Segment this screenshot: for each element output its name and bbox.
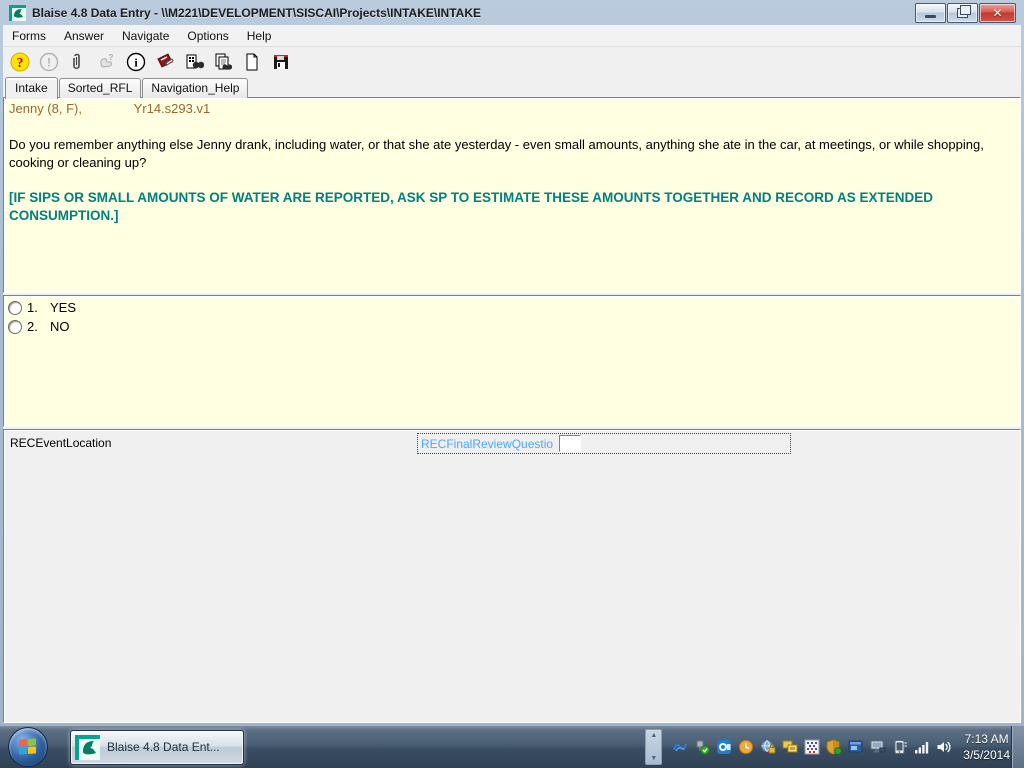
svg-text:?: ? — [108, 53, 113, 62]
menu-navigate[interactable]: Navigate — [113, 26, 178, 46]
survey-version-label: Yr14.s293.v1 — [133, 101, 211, 116]
radio-button-yes[interactable] — [8, 300, 22, 315]
sync-clock-icon[interactable] — [738, 739, 755, 756]
mobile-device-icon[interactable] — [892, 739, 909, 756]
app-window: Blaise 4.8 Data Entry - \\M221\DEVELOPME… — [0, 0, 1024, 726]
system-tray: ▲ ▼ 7:13 AM 3/5/2014 — [645, 726, 1010, 768]
dual-display-icon[interactable] — [782, 739, 799, 756]
tab-strip: Intake Sorted_RFL Navigation_Help — [3, 76, 1021, 99]
windows-logo-icon — [19, 738, 37, 755]
menu-forms[interactable]: Forms — [3, 26, 55, 46]
help-icon[interactable]: ? — [9, 51, 30, 72]
outlook-icon[interactable] — [716, 739, 733, 756]
network-activity-icon[interactable] — [672, 739, 689, 756]
svg-text:?: ? — [16, 56, 23, 71]
taskbar: Blaise 4.8 Data Ent... ▲ ▼ 7:13 AM 3/5/2… — [0, 726, 1024, 768]
menu-answer[interactable]: Answer — [55, 26, 113, 46]
interviewer-instruction: [IF SIPS OR SMALL AMOUNTS OF WATER ARE R… — [9, 190, 934, 223]
search-form-icon[interactable] — [183, 51, 204, 72]
answer-option-no[interactable]: 2. NO — [8, 319, 1016, 334]
tray-scroll-down-icon[interactable]: ▼ — [650, 755, 657, 762]
menu-bar: Forms Answer Navigate Options Help — [3, 25, 1021, 47]
clock-time: 7:13 AM — [964, 731, 1009, 746]
blaise-taskbar-icon — [75, 734, 100, 760]
network-monitor-icon[interactable] — [870, 739, 887, 756]
option-number: 2. — [27, 319, 38, 334]
active-field-label: RECFinalReviewQuestio — [421, 436, 554, 451]
clock-date: 3/5/2014 — [963, 748, 1010, 762]
edit-notes-icon[interactable] — [154, 51, 175, 72]
taskbar-app-button-label: Blaise 4.8 Data Ent... — [107, 740, 220, 754]
question-text: Do you remember anything else Jenny dran… — [9, 137, 984, 170]
search-text-icon[interactable] — [212, 51, 233, 72]
toolbar: ? ! ? i — [3, 47, 1021, 76]
tab-navigation-help[interactable]: Navigation_Help — [142, 78, 249, 98]
minimize-button[interactable] — [915, 3, 946, 23]
active-field-cell[interactable]: RECFinalReviewQuestio — [417, 433, 791, 454]
answer-pane: 1. YES 2. NO — [3, 295, 1021, 427]
tray-scroll-up-icon[interactable]: ▲ — [650, 732, 657, 739]
field-grid-pane: RECEventLocation RECFinalReviewQuestio — [3, 429, 1021, 723]
signal-strength-icon[interactable] — [914, 739, 931, 756]
start-button[interactable] — [8, 727, 48, 767]
close-button[interactable]: ✕ — [979, 3, 1016, 23]
taskbar-app-button-blaise[interactable]: Blaise 4.8 Data Ent... — [70, 729, 244, 765]
title-bar: Blaise 4.8 Data Entry - \\M221\DEVELOPME… — [3, 0, 1021, 25]
question-info-pane: Jenny (8, F), Yr14.s293.v1 Do you rememb… — [3, 97, 1021, 293]
menu-options[interactable]: Options — [178, 26, 237, 46]
field-label-receventlocation: RECEventLocation — [10, 436, 112, 450]
new-form-icon[interactable] — [241, 51, 262, 72]
answer-option-yes[interactable]: 1. YES — [8, 300, 1016, 315]
svg-text:!: ! — [47, 55, 51, 69]
save-icon[interactable] — [270, 51, 291, 72]
volume-icon[interactable] — [936, 739, 953, 756]
option-label: YES — [50, 300, 77, 315]
show-desktop-button[interactable] — [1011, 726, 1024, 768]
tab-sorted-rfl[interactable]: Sorted_RFL — [58, 78, 142, 98]
taskbar-clock[interactable]: 7:13 AM 3/5/2014 — [963, 731, 1010, 763]
restore-button[interactable] — [947, 3, 978, 23]
remote-grid-icon[interactable] — [804, 739, 821, 756]
info-icon[interactable]: i — [125, 51, 146, 72]
tray-scrollbar[interactable]: ▲ ▼ — [645, 729, 663, 765]
option-number: 1. — [27, 300, 38, 315]
blaise-app-icon[interactable] — [9, 4, 26, 21]
radio-button-no[interactable] — [8, 319, 22, 334]
answer-input[interactable] — [559, 435, 581, 452]
error-icon[interactable]: ! — [38, 51, 59, 72]
question-header: Jenny (8, F), Yr14.s293.v1 — [9, 101, 1015, 116]
secure-globe-icon[interactable] — [760, 739, 777, 756]
usb-safely-remove-icon[interactable] — [694, 739, 711, 756]
special-answer-icon[interactable]: ? — [96, 51, 117, 72]
security-shield-icon[interactable] — [826, 739, 843, 756]
option-label: NO — [50, 319, 70, 334]
form-content: Jenny (8, F), Yr14.s293.v1 Do you rememb… — [3, 97, 1021, 723]
screen: Blaise 4.8 Data Entry - \\M221\DEVELOPME… — [0, 0, 1024, 768]
remark-paperclip-icon[interactable] — [67, 51, 88, 72]
window-title: Blaise 4.8 Data Entry - \\M221\DEVELOPME… — [32, 5, 481, 20]
menu-help[interactable]: Help — [238, 26, 281, 46]
app-window-icon[interactable] — [848, 739, 865, 756]
respondent-label: Jenny (8, F), — [9, 101, 82, 116]
tab-intake[interactable]: Intake — [5, 77, 58, 99]
